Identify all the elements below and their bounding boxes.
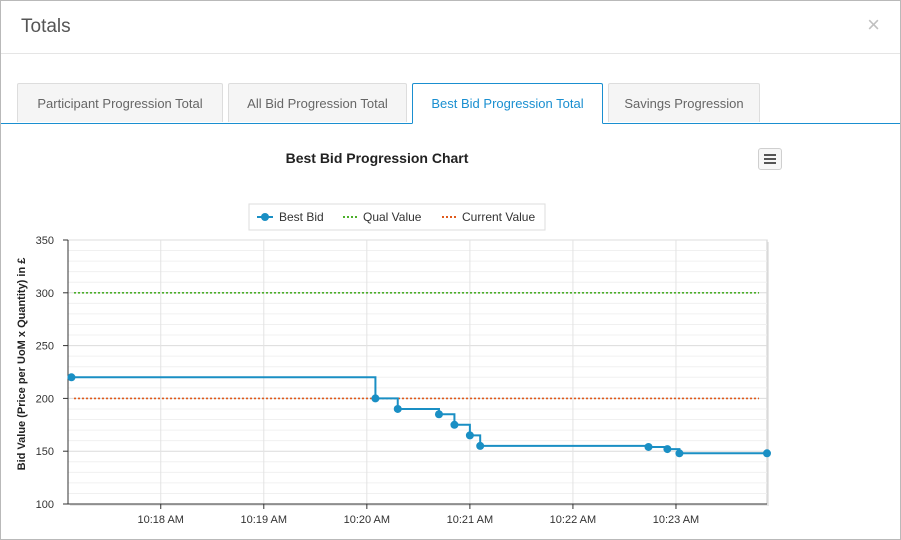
data-point	[465, 431, 474, 440]
y-tick-label: 350	[36, 235, 54, 247]
legend-label-current-value: Current Value	[462, 210, 535, 224]
x-tick-label: 10:23 AM	[653, 514, 699, 526]
best-bid-chart: Best Bid Progression Chart Bid Value (Pr…	[16, 150, 771, 526]
data-point	[476, 441, 485, 450]
y-tick-label: 100	[36, 499, 54, 511]
tab-best-bid-progression-total[interactable]: Best Bid Progression Total	[412, 83, 603, 124]
x-tick-label: 10:19 AM	[241, 514, 287, 526]
y-tick-label: 250	[36, 341, 54, 353]
data-point	[434, 410, 443, 419]
tab-bar: Participant Progression Total All Bid Pr…	[1, 83, 900, 124]
tab-participant-progression-total[interactable]: Participant Progression Total	[17, 83, 223, 122]
legend-label-best-bid: Best Bid	[279, 210, 324, 224]
chart-container: Best Bid Progression Chart Bid Value (Pr…	[1, 124, 900, 539]
x-tick-label: 10:18 AM	[137, 514, 183, 526]
modal-header: Totals ×	[1, 1, 900, 54]
y-tick-label: 200	[36, 393, 54, 405]
x-tick-label: 10:20 AM	[344, 514, 390, 526]
plot-area: 100 150 200 250 300 350 10:18 AM 10:19 AM 10:20 …	[36, 235, 771, 526]
modal-title: Totals	[21, 16, 71, 37]
data-point	[371, 394, 380, 403]
x-tick-label: 10:22 AM	[550, 514, 596, 526]
totals-modal: Totals × Participant Progression Total A…	[0, 0, 901, 540]
close-icon[interactable]: ×	[867, 13, 880, 37]
hamburger-menu-icon	[764, 154, 776, 156]
chart-menu-button[interactable]	[758, 148, 782, 170]
data-point	[663, 445, 672, 454]
data-point	[450, 420, 459, 429]
chart-title: Best Bid Progression Chart	[286, 150, 469, 166]
tab-all-bid-progression-total[interactable]: All Bid Progression Total	[228, 83, 407, 122]
x-tick-label: 10:21 AM	[447, 514, 493, 526]
tab-savings-progression[interactable]: Savings Progression	[608, 83, 760, 122]
y-tick-label: 300	[36, 288, 54, 300]
y-tick-label: 150	[36, 446, 54, 458]
legend-label-qual-value: Qual Value	[363, 210, 422, 224]
data-point	[675, 449, 684, 458]
data-point	[644, 442, 653, 451]
data-point	[763, 449, 771, 458]
plot-background	[67, 239, 768, 505]
data-point	[67, 373, 76, 382]
data-point	[393, 404, 402, 413]
chart-legend: Best Bid Qual Value Current Value	[248, 203, 546, 231]
y-axis-label: Bid Value (Price per UoM x Quantity) in …	[16, 258, 28, 471]
